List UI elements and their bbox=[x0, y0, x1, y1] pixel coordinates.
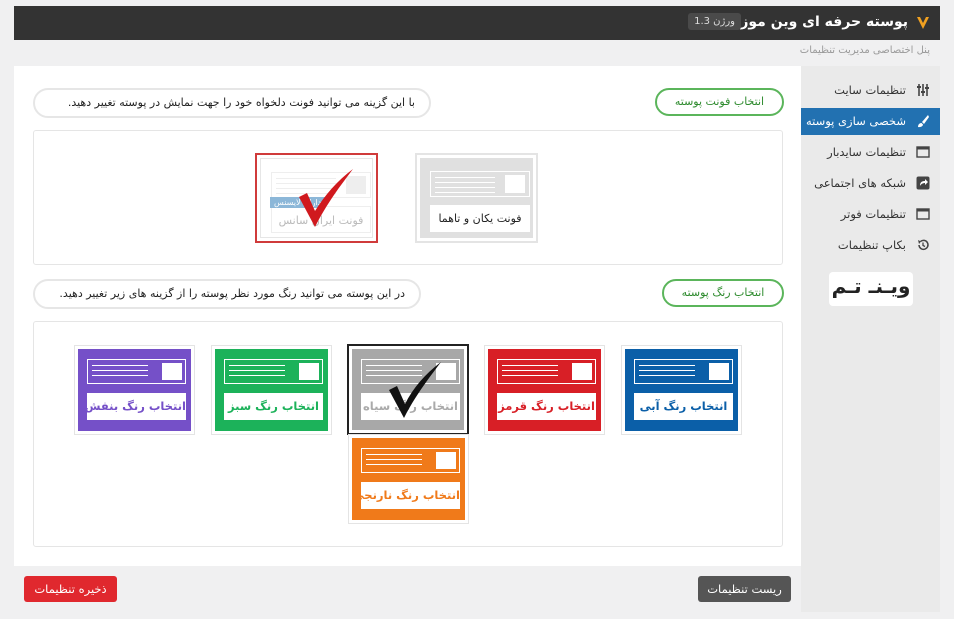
sidebar-item-label: شخصی سازی پوسته bbox=[805, 114, 906, 128]
sidebar-item-site-settings[interactable]: تنظیمات سایت bbox=[801, 77, 940, 104]
color-option-label: انتخاب رنگ قرمز bbox=[497, 393, 596, 420]
sidebar-item-footer-settings[interactable]: تنظیمات فوتر bbox=[801, 201, 940, 228]
sidebar-item-social-networks[interactable]: شبکه های اجتماعی bbox=[801, 170, 940, 197]
brand-logo: ویـنـ تـم bbox=[829, 272, 913, 306]
preview-lines bbox=[271, 172, 371, 198]
color-option-label: انتخاب رنگ نارنجی bbox=[353, 482, 460, 509]
preview-lines bbox=[87, 359, 186, 384]
sliders-icon bbox=[917, 84, 929, 96]
share-icon bbox=[916, 176, 930, 190]
font-section-title: انتخاب فونت پوسته bbox=[655, 88, 784, 116]
font-option-label: فونت یکان و تاهما bbox=[430, 205, 530, 232]
window-icon bbox=[916, 208, 930, 220]
font-section-description: با این گزینه می توانید فونت دلخواه خود ر… bbox=[33, 88, 431, 118]
color-option-label: انتخاب رنگ بنفش bbox=[85, 393, 186, 420]
font-options-box bbox=[33, 130, 783, 265]
version-badge: ورژن 1.3 bbox=[688, 13, 741, 30]
brush-icon bbox=[918, 115, 929, 128]
chevron-logo-icon bbox=[917, 17, 929, 29]
sidebar-item-label: تنظیمات سایت bbox=[834, 83, 906, 97]
color-option-red[interactable]: انتخاب رنگ قرمز bbox=[484, 345, 605, 435]
history-icon bbox=[918, 239, 929, 251]
color-section-description: در این پوسته می توانید رنگ مورد نظر پوست… bbox=[33, 279, 421, 309]
top-bar: پوسته حرفه ای وین موزیک ورژن 1.3 bbox=[14, 6, 940, 40]
sidebar-item-theme-customize[interactable]: شخصی سازی پوسته bbox=[793, 108, 940, 135]
license-badge: دارای لایسنس bbox=[270, 197, 326, 208]
sidebar-item-label: تنظیمات سایدبار bbox=[827, 145, 906, 159]
font-option-label: فونت ایران سانس bbox=[271, 206, 371, 233]
font-option-iransans[interactable]: فونت ایران سانس دارای لایسنس bbox=[255, 153, 378, 243]
color-option-label: انتخاب رنگ آبی bbox=[634, 393, 733, 420]
preview-lines bbox=[361, 448, 460, 473]
preview-lines bbox=[497, 359, 596, 384]
color-option-green[interactable]: انتخاب رنگ سبز bbox=[211, 345, 332, 435]
app-title: پوسته حرفه ای وین موزیک bbox=[720, 14, 908, 30]
preview-lines bbox=[361, 359, 460, 384]
panel-subtitle: پنل اختصاصی مدیریت تنظیمات bbox=[799, 45, 930, 56]
color-option-label: انتخاب رنگ سبز bbox=[224, 393, 323, 420]
subheader: پنل اختصاصی مدیریت تنظیمات bbox=[14, 40, 940, 66]
font-option-yekan[interactable]: فونت یکان و تاهما bbox=[415, 153, 538, 243]
color-option-blue[interactable]: انتخاب رنگ آبی bbox=[621, 345, 742, 435]
preview-lines bbox=[634, 359, 733, 384]
reset-settings-button[interactable]: ریست تنظیمات bbox=[698, 576, 791, 602]
save-settings-button[interactable]: ذخیره تنظیمات bbox=[24, 576, 117, 602]
preview-lines bbox=[430, 171, 530, 197]
window-icon bbox=[916, 146, 930, 158]
sidebar-item-label: تنظیمات فوتر bbox=[840, 207, 906, 221]
sidebar: تنظیمات سایت شخصی سازی پوسته تنظیمات سای… bbox=[793, 66, 940, 612]
sidebar-item-sidebar-settings[interactable]: تنظیمات سایدبار bbox=[801, 139, 940, 166]
sidebar-item-backup-settings[interactable]: بکاپ تنظیمات bbox=[801, 232, 940, 259]
color-option-purple[interactable]: انتخاب رنگ بنفش bbox=[74, 345, 195, 435]
color-option-orange[interactable]: انتخاب رنگ نارنجی bbox=[348, 434, 469, 524]
preview-lines bbox=[224, 359, 323, 384]
sidebar-item-label: بکاپ تنظیمات bbox=[837, 238, 906, 252]
color-option-black[interactable]: انتخاب رنگ سیاه bbox=[347, 344, 469, 435]
color-section-title: انتخاب رنگ پوسته bbox=[662, 279, 784, 307]
brand-text: ویـنـ تـم bbox=[831, 274, 911, 298]
color-option-label: انتخاب رنگ سیاه bbox=[361, 393, 460, 420]
sidebar-item-label: شبکه های اجتماعی bbox=[814, 176, 906, 190]
